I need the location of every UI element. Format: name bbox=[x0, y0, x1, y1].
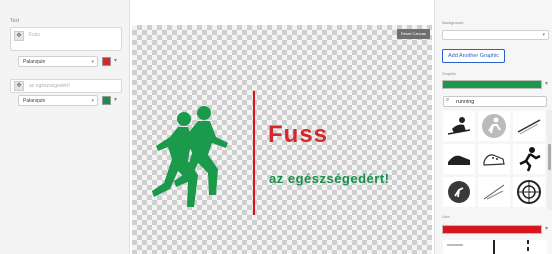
canvas-headline[interactable]: Fuss bbox=[268, 121, 328, 149]
line-style-options bbox=[443, 240, 547, 254]
line-color-dropdown-icon[interactable]: ▾ bbox=[545, 225, 548, 232]
design-canvas[interactable]: Reset Canvas Fuss az egészségedért! bbox=[132, 25, 432, 254]
graphic-color-dropdown-icon[interactable]: ▾ bbox=[545, 80, 548, 87]
graphics-panel: Background ▾ Add Another Graphic Graphic… bbox=[434, 0, 552, 254]
chevron-down-icon: ▾ bbox=[91, 59, 94, 65]
skier-icon[interactable] bbox=[443, 111, 475, 141]
runner-circle-icon[interactable] bbox=[478, 111, 510, 141]
text-section-label: Text bbox=[10, 18, 20, 24]
chevron-down-icon: ▾ bbox=[542, 32, 545, 38]
drag-handle-icon[interactable]: ✥ bbox=[14, 81, 24, 91]
color-swatch-subline[interactable] bbox=[102, 96, 111, 105]
background-select[interactable]: ▾ bbox=[442, 30, 549, 40]
runners-graphic[interactable] bbox=[146, 103, 244, 213]
text-field-headline-value: Fuss bbox=[29, 32, 40, 38]
drag-handle-icon[interactable]: ✥ bbox=[14, 31, 24, 41]
scrollbar-thumb[interactable] bbox=[548, 144, 551, 170]
add-graphic-button[interactable]: Add Another Graphic bbox=[442, 49, 506, 63]
search-icon: ⌕ bbox=[446, 97, 450, 103]
graphic-search-input[interactable]: ⌕ running bbox=[443, 96, 547, 107]
sneaker-icon[interactable] bbox=[443, 144, 475, 174]
reset-canvas-button[interactable]: Reset Canvas bbox=[396, 29, 430, 39]
divider-line[interactable] bbox=[253, 91, 255, 215]
font-select-subline-value: Palanquin bbox=[23, 98, 46, 104]
graphic-results-scrollbar[interactable] bbox=[547, 110, 552, 210]
font-select-subline[interactable]: Palanquin ▾ bbox=[18, 95, 98, 106]
color-dropdown-icon[interactable]: ▾ bbox=[114, 57, 117, 64]
runner-badge-icon[interactable] bbox=[478, 177, 510, 207]
text-field-subline[interactable]: ✥ az egészségedért! bbox=[10, 79, 122, 93]
text-field-headline[interactable]: ✥ Fuss bbox=[10, 27, 122, 51]
text-field-subline-value: az egészségedért! bbox=[29, 83, 70, 89]
compass-icon[interactable] bbox=[513, 177, 545, 207]
background-label: Background bbox=[442, 20, 464, 25]
ski-pole-icon[interactable] bbox=[513, 111, 545, 141]
running-track-icon[interactable] bbox=[443, 177, 475, 207]
font-select-headline[interactable]: Palanquin ▾ bbox=[18, 56, 98, 67]
graphic-label: Graphic bbox=[442, 71, 457, 76]
text-panel: Text ✥ Fuss Palanquin ▾ ▾ ✥ az egészsége… bbox=[0, 0, 130, 254]
font-select-headline-value: Palanquin bbox=[23, 59, 46, 65]
graphic-results-grid bbox=[443, 111, 547, 209]
color-swatch-headline[interactable] bbox=[102, 57, 111, 66]
chevron-down-icon: ▾ bbox=[91, 98, 94, 104]
running-shoe-icon[interactable] bbox=[478, 144, 510, 174]
graphic-search-value: running bbox=[456, 99, 475, 105]
graphic-color-bar[interactable] bbox=[442, 80, 542, 89]
canvas-subline[interactable]: az egészségedért! bbox=[269, 171, 390, 186]
line-color-bar[interactable] bbox=[442, 225, 542, 234]
color-dropdown-icon[interactable]: ▾ bbox=[114, 96, 117, 103]
sprinter-icon[interactable] bbox=[513, 144, 545, 174]
line-label: Line bbox=[442, 214, 450, 219]
